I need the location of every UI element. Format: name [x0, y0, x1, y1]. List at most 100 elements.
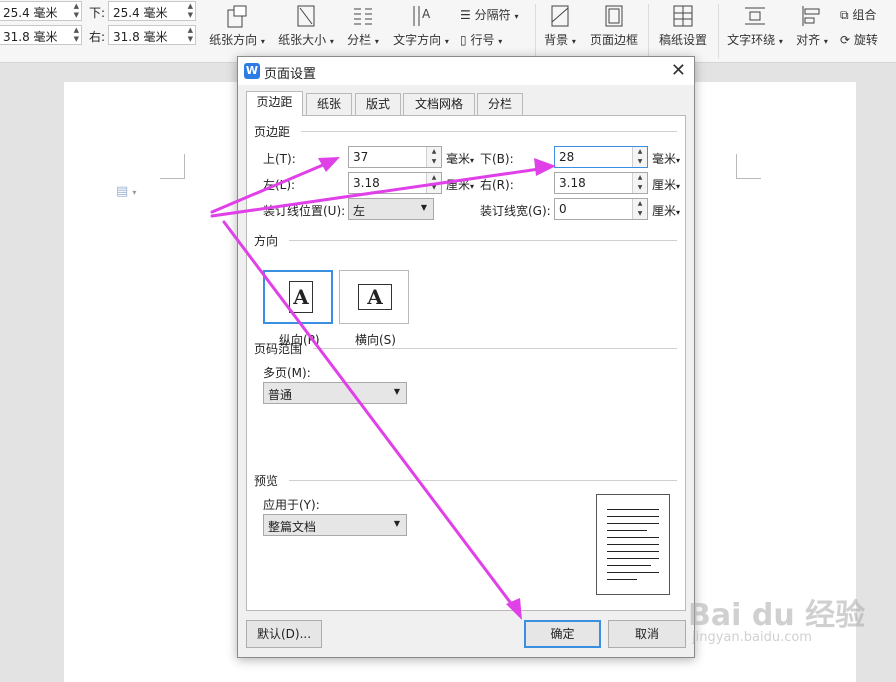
watermark-url: jingyan.baidu.com: [692, 630, 812, 645]
group-label: 组合: [852, 8, 877, 22]
cancel-button[interactable]: 取消: [608, 620, 686, 648]
apply-to-select[interactable]: 整篇文档 ▼: [263, 514, 407, 536]
line-number-button[interactable]: ▯ 行号 ▾: [460, 31, 502, 48]
rotate-label: 旋转: [853, 33, 878, 47]
chevron-down-icon: ▼: [420, 203, 427, 212]
page-border-button[interactable]: 页面边框: [588, 4, 640, 48]
spin-buttons[interactable]: ▲ ▼: [632, 147, 647, 167]
gutter-width-input[interactable]: 0 ▲ ▼: [554, 198, 648, 220]
apply-to-value: 整篇文档: [268, 520, 317, 534]
multi-page-value: 普通: [268, 388, 293, 402]
landscape-page-icon: A: [358, 284, 392, 310]
page-border-label: 页面边框: [589, 33, 638, 47]
multi-page-select[interactable]: 普通 ▼: [263, 382, 407, 404]
group-divider: [313, 348, 677, 349]
svg-text:A: A: [422, 7, 431, 21]
spin-buttons[interactable]: ▲ ▼: [632, 199, 647, 219]
close-icon[interactable]: ✕: [671, 60, 686, 81]
gutter-position-select[interactable]: 左 ▼: [348, 198, 434, 220]
background-label: 背景: [544, 33, 569, 47]
landscape-label[interactable]: 横向(S): [355, 331, 396, 348]
spin-arrows-icon[interactable]: ▲ ▼: [188, 2, 193, 20]
bottom-margin-label: 下(B):: [480, 152, 514, 166]
text-direction-button[interactable]: A 文字方向 ▾: [390, 4, 452, 48]
rotate-icon: ⟳: [840, 33, 851, 47]
preview-line: [607, 572, 659, 573]
spin-arrows-icon[interactable]: ▲ ▼: [188, 26, 193, 44]
tab-paper[interactable]: 纸张: [306, 93, 352, 115]
text-wrap-label: 文字环绕: [727, 33, 776, 47]
right-margin-unit[interactable]: 厘米▾: [652, 176, 680, 193]
landscape-option[interactable]: A: [339, 270, 409, 324]
paper-orientation-button[interactable]: 纸张方向 ▾: [206, 4, 268, 48]
spin-buttons[interactable]: ▲ ▼: [426, 147, 441, 167]
columns-button[interactable]: 分栏 ▾: [343, 4, 383, 48]
left-margin-value: 3.18: [353, 176, 380, 190]
group-divider: [289, 240, 677, 241]
gutter-position-value: 左: [353, 204, 366, 218]
multi-page-label: 多页(M):: [263, 366, 311, 380]
apply-to-label: 应用于(Y):: [263, 498, 320, 512]
gutter-position-label: 装订线位置(U):: [263, 204, 346, 218]
left-margin-input[interactable]: 3.18 ▲ ▼: [348, 172, 442, 194]
gutter-width-unit[interactable]: 厘米▾: [652, 202, 680, 219]
background-button[interactable]: 背景 ▾: [540, 4, 580, 48]
bottom-margin-input[interactable]: 28 ▲ ▼: [554, 146, 648, 168]
spin-buttons[interactable]: ▲ ▼: [632, 173, 647, 193]
ribbon-top-margin-input[interactable]: 25.4 毫米 ▲ ▼: [0, 1, 82, 21]
left-margin-unit[interactable]: 厘米▾: [446, 176, 474, 193]
text-direction-icon: A: [413, 6, 431, 26]
tab-margins[interactable]: 页边距: [246, 91, 303, 116]
preview-line: [607, 579, 637, 580]
paper-size-label: 纸张大小: [278, 33, 327, 47]
group-button[interactable]: ⧉ 组合: [840, 6, 876, 23]
spin-arrows-icon[interactable]: ▲ ▼: [74, 26, 79, 44]
tab-layout[interactable]: 版式: [355, 93, 401, 115]
separator-button[interactable]: ☰ 分隔符 ▾: [460, 6, 518, 23]
manuscript-button[interactable]: 稿纸设置: [655, 4, 711, 48]
page-border-icon: [605, 5, 623, 27]
preview-line: [607, 516, 659, 517]
gutter-width-value: 0: [559, 202, 567, 216]
portrait-option[interactable]: A: [263, 270, 333, 324]
align-button[interactable]: 对齐 ▾: [792, 4, 832, 48]
dialog-title: 页面设置: [264, 67, 317, 82]
spin-arrows-icon[interactable]: ▲ ▼: [74, 2, 79, 20]
separator-icon: ☰: [460, 8, 471, 22]
baidu-watermark: Bai du 经验 jingyan.baidu.com: [688, 590, 878, 660]
spin-buttons[interactable]: ▲ ▼: [426, 173, 441, 193]
top-margin-unit[interactable]: 毫米▾: [446, 150, 474, 167]
ribbon-right-margin-input[interactable]: 31.8 毫米 ▲ ▼: [108, 25, 196, 45]
preview-line: [607, 530, 647, 531]
right-margin-input[interactable]: 3.18 ▲ ▼: [554, 172, 648, 194]
preview-line: [607, 537, 659, 538]
page-preview: [596, 494, 670, 595]
text-wrap-button[interactable]: 文字环绕 ▾: [724, 4, 786, 48]
ribbon-divider: [718, 4, 719, 58]
preview-line: [607, 509, 659, 510]
ribbon-divider: [648, 4, 649, 58]
paragraph-format-icon[interactable]: ▤ ▾: [116, 184, 136, 199]
ribbon-bottom-margin-input[interactable]: 25.4 毫米 ▲ ▼: [108, 1, 196, 21]
gutter-width-label: 装订线宽(G):: [480, 204, 551, 218]
tab-columns[interactable]: 分栏: [477, 93, 523, 115]
preview-line: [607, 551, 659, 552]
preview-line: [607, 523, 659, 524]
bottom-margin-unit[interactable]: 毫米▾: [652, 150, 680, 167]
paper-size-icon: [297, 5, 315, 27]
paper-size-button[interactable]: 纸张大小 ▾: [275, 4, 337, 48]
separator-label: 分隔符: [474, 8, 511, 22]
dialog-titlebar: W 页面设置 ✕: [238, 57, 694, 85]
ribbon-left-margin-input[interactable]: 31.8 毫米 ▲ ▼: [0, 25, 82, 45]
ribbon-right-label: 右:: [89, 30, 106, 44]
chevron-down-icon: ▼: [393, 519, 400, 528]
ribbon-left-margin-value: 31.8 毫米: [3, 30, 58, 44]
default-button[interactable]: 默认(D)...: [246, 620, 322, 648]
top-margin-input[interactable]: 37 ▲ ▼: [348, 146, 442, 168]
manuscript-label: 稿纸设置: [658, 33, 707, 47]
tab-doc-grid[interactable]: 文档网格: [403, 93, 475, 115]
rotate-button[interactable]: ⟳ 旋转: [840, 31, 878, 48]
bottom-margin-value: 28: [559, 150, 575, 164]
ok-button[interactable]: 确定: [524, 620, 601, 648]
ribbon-toolbar: 25.4 毫米 ▲ ▼ 下: 25.4 毫米 ▲ ▼ 31.8 毫米 ▲ ▼ 右: 3…: [0, 0, 896, 63]
